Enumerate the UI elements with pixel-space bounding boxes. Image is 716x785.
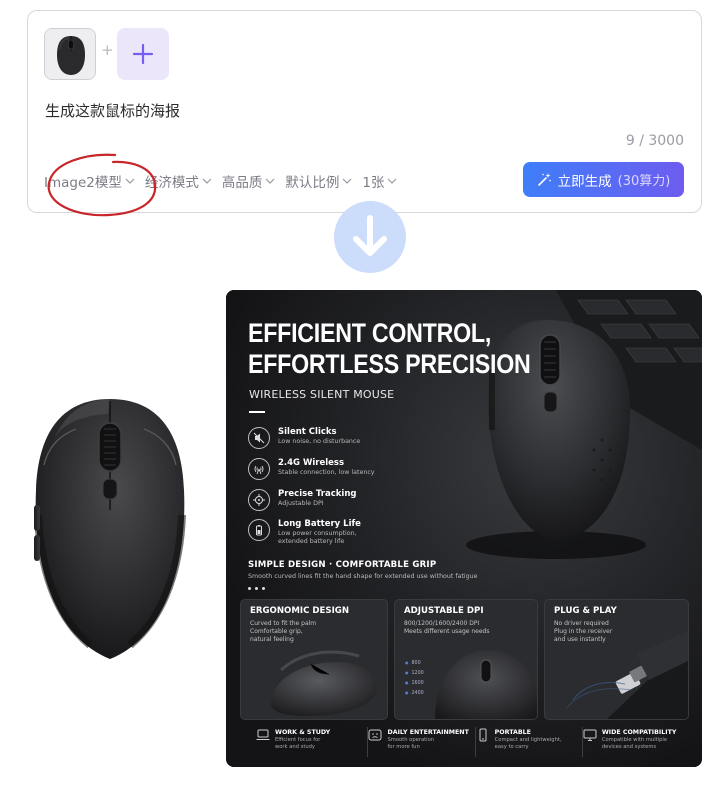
poster-subheadline: WIRELESS SILENT MOUSE xyxy=(249,388,395,401)
phone-icon xyxy=(479,728,487,742)
strip-entertainment: DAILY ENTERTAINMENT Smooth operation for… xyxy=(368,724,474,760)
bottom-feature-strip: WORK & STUDY Efficient focus for work an… xyxy=(240,724,689,760)
mode-select[interactable]: 经济模式 xyxy=(145,171,212,191)
usb-receiver-graphic xyxy=(566,630,688,719)
battery-icon xyxy=(248,519,270,541)
chevron-down-icon xyxy=(202,178,212,184)
count-select-label: 1张 xyxy=(362,175,385,191)
model-select[interactable]: Image2模型 xyxy=(44,171,135,191)
plus-icon xyxy=(132,43,154,65)
feature-desc: Adjustable DPI xyxy=(278,500,324,507)
feature-title: 2.4G Wireless xyxy=(278,458,345,468)
design-desc: Smooth curved lines fit the hand shape f… xyxy=(248,573,478,580)
gamepad-icon xyxy=(368,729,382,741)
laptop-icon xyxy=(256,729,270,740)
ergonomic-hand-graphic xyxy=(271,650,378,716)
generate-button[interactable]: 立即生成 (30算力) xyxy=(523,162,684,197)
ratio-select[interactable]: 默认比例 xyxy=(285,171,352,191)
strip-compatibility: WIDE COMPATIBILITY Compatible with multi… xyxy=(583,724,689,760)
poster-divider xyxy=(249,411,265,413)
dpi-levels: 800 1200 1600 2400 xyxy=(405,658,424,698)
feature-title: Precise Tracking xyxy=(278,489,357,499)
panel-title: ADJUSTABLE DPI xyxy=(404,606,484,616)
arrow-down-icon xyxy=(353,215,387,256)
panel-ergonomic: ERGONOMIC DESIGN Curved to fit the palm … xyxy=(240,599,388,720)
panel-desc: No driver required Plug in the receiver … xyxy=(554,620,613,643)
add-image-button[interactable] xyxy=(117,28,169,80)
feature-battery: Long Battery Life Low power consumption,… xyxy=(248,519,361,546)
mouse-product-photo xyxy=(34,399,186,659)
feature-desc-2: extended battery life xyxy=(278,538,345,545)
prompt-card: + 生成这款鼠标的海报 9 / 3000 Image2模型 经济模式 高品质 默… xyxy=(27,10,702,217)
crosshair-icon xyxy=(248,489,270,511)
poster-headline: EFFICIENT CONTROL, EFFORTLESS PRECISION xyxy=(248,318,531,380)
feature-precise-tracking: Precise Tracking Adjustable DPI xyxy=(248,489,356,511)
magic-wand-icon xyxy=(537,173,551,186)
design-title: SIMPLE DESIGN · COMFORTABLE GRIP xyxy=(248,560,437,570)
down-arrow-indicator xyxy=(334,201,406,273)
mouse-thumbnail-image xyxy=(45,29,95,79)
monitor-icon xyxy=(583,729,597,741)
feature-title: Silent Clicks xyxy=(278,427,337,437)
carousel-dots xyxy=(248,587,265,590)
feature-desc: Stable connection, low latency xyxy=(278,469,375,476)
wireless-icon xyxy=(248,458,270,480)
quality-select-label: 高品质 xyxy=(221,175,263,191)
panel-title: PLUG & PLAY xyxy=(554,606,617,616)
feature-desc: Low power consumption, xyxy=(278,530,357,537)
model-select-label: Image2模型 xyxy=(44,175,122,191)
chevron-down-icon xyxy=(388,178,397,184)
panel-title: ERGONOMIC DESIGN xyxy=(250,606,350,616)
panel-desc: Curved to fit the palm Comfortable grip,… xyxy=(250,620,317,643)
generate-button-label: 立即生成 xyxy=(557,173,612,190)
generate-cost: (30算力) xyxy=(617,174,671,189)
feature-title: Long Battery Life xyxy=(278,519,361,529)
chevron-down-icon xyxy=(125,178,135,184)
strip-portable: PORTABLE Compact and lightweight, easy t… xyxy=(476,724,582,760)
ratio-select-label: 默认比例 xyxy=(285,175,340,191)
prompt-text[interactable]: 生成这款鼠标的海报 xyxy=(45,100,180,121)
headline-line-2: EFFORTLESS PRECISION xyxy=(248,349,531,379)
headline-line-1: EFFICIENT CONTROL, xyxy=(248,318,492,348)
strip-work-study: WORK & STUDY Efficient focus for work an… xyxy=(240,724,367,760)
mute-icon xyxy=(248,427,270,449)
count-select[interactable]: 1张 xyxy=(362,171,397,191)
generation-options: Image2模型 经济模式 高品质 默认比例 1张 xyxy=(44,171,397,191)
panel-desc: 800/1200/1600/2400 DPI Meets different u… xyxy=(404,620,490,635)
plus-separator: + xyxy=(101,41,114,59)
char-counter: 9 / 3000 xyxy=(625,133,684,149)
feature-desc: Low noise, no disturbance xyxy=(278,438,361,445)
generated-poster: EFFICIENT CONTROL, EFFORTLESS PRECISION … xyxy=(226,290,702,767)
quality-select[interactable]: 高品质 xyxy=(222,171,276,191)
feature-wireless: 2.4G Wireless Stable connection, low lat… xyxy=(248,458,375,480)
chevron-down-icon xyxy=(265,178,275,184)
panel-dpi: ADJUSTABLE DPI 800/1200/1600/2400 DPI Me… xyxy=(394,599,538,720)
chevron-down-icon xyxy=(342,178,352,184)
feature-silent-clicks: Silent Clicks Low noise, no disturbance xyxy=(248,427,360,449)
uploaded-mouse-thumbnail[interactable] xyxy=(44,28,96,80)
panel-plug-play: PLUG & PLAY No driver required Plug in t… xyxy=(544,599,689,720)
mode-select-label: 经济模式 xyxy=(144,175,199,191)
